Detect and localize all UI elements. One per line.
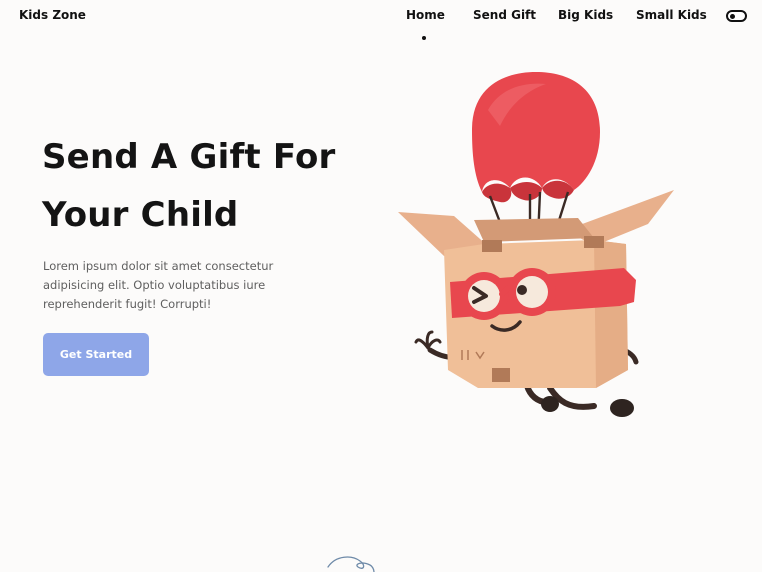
nav-small-kids[interactable]: Small Kids (636, 8, 707, 22)
hero-title: Send A Gift For Your Child (42, 137, 336, 235)
nav-big-kids[interactable]: Big Kids (558, 8, 613, 22)
curl-squiggle-icon (327, 556, 375, 572)
balloon-icon (472, 72, 600, 203)
toggle-knob (730, 14, 735, 19)
nav-active-indicator (422, 36, 426, 40)
nav-send-gift[interactable]: Send Gift (473, 8, 536, 22)
nav-home[interactable]: Home (406, 8, 445, 22)
site-header: Kids Zone Home Send Gift Big Kids Small … (0, 0, 762, 40)
parachute-gift-box-illustration (398, 72, 674, 417)
theme-toggle-icon[interactable] (726, 10, 747, 22)
get-started-button[interactable]: Get Started (43, 333, 149, 376)
main-nav: Home Send Gift Big Kids Small Kids (0, 8, 762, 40)
hero-description: Lorem ipsum dolor sit amet consectetur a… (43, 259, 274, 311)
